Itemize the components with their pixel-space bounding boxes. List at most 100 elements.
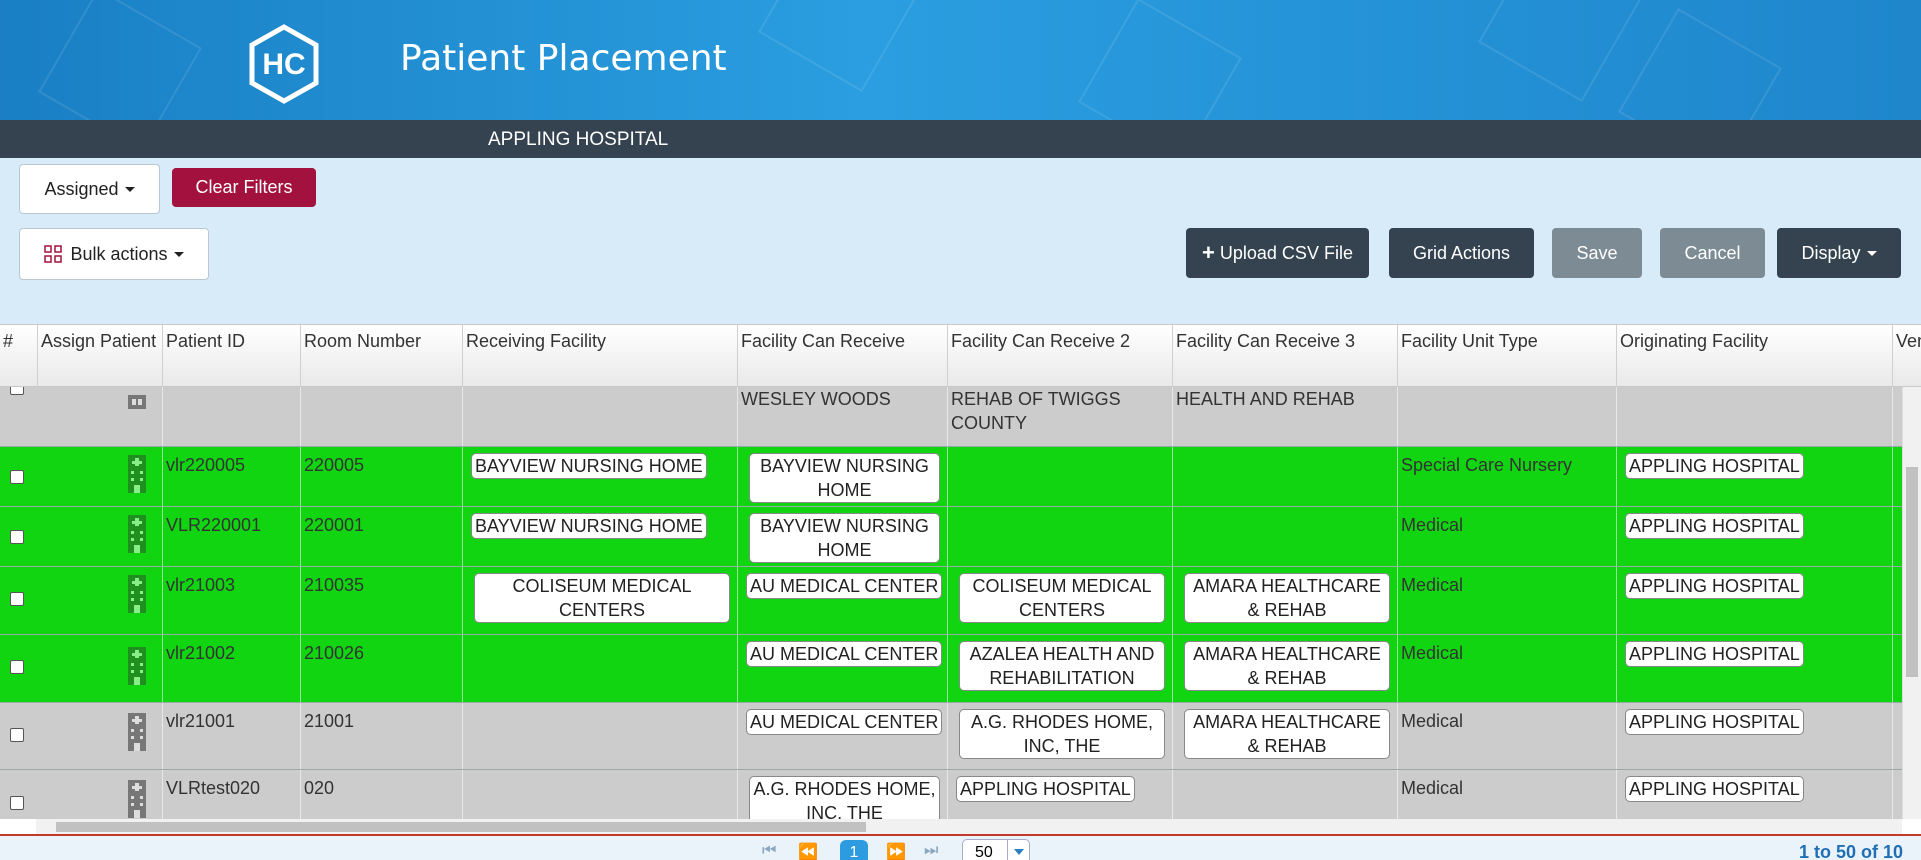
assigned-filter-dropdown[interactable]: Assigned [19, 164, 160, 214]
facility-chip[interactable]: AU MEDICAL CENTER [746, 709, 943, 735]
facility-chip[interactable]: A.G. RHODES HOME, INC, THE [959, 709, 1165, 759]
upload-csv-button[interactable]: + Upload CSV File [1186, 228, 1369, 278]
previous-page-icon[interactable]: ⏪ [798, 842, 818, 860]
facility-chip[interactable]: AZALEA HEALTH AND REHABILITATION [959, 641, 1165, 691]
save-button[interactable]: Save [1552, 228, 1642, 278]
facility-chip[interactable]: APPLING HOSPITAL [1625, 709, 1804, 735]
plus-icon: + [1202, 240, 1215, 265]
assign-cell [38, 447, 163, 506]
building-icon[interactable] [126, 778, 148, 819]
vertical-scroll-thumb[interactable] [1906, 467, 1918, 677]
fcr-cell: A.G. RHODES HOME, INC, THE [738, 770, 948, 819]
cancel-button[interactable]: Cancel [1660, 228, 1765, 278]
facility-chip[interactable]: AU MEDICAL CENTER [746, 641, 943, 667]
row-checkbox[interactable] [10, 592, 24, 606]
bulk-actions-label: Bulk actions [70, 243, 168, 264]
facility-chip[interactable]: APPLING HOSPITAL [1625, 573, 1804, 599]
building-icon[interactable] [126, 711, 148, 753]
table-row-partial[interactable]: WESLEY WOODS REHAB OF TWIGGS COUNTY HEAL… [0, 387, 1902, 447]
facility-chip[interactable]: BAYVIEW NURSING HOME [471, 453, 707, 479]
table-row[interactable]: vlr220005 220005 BAYVIEW NURSING HOME BA… [0, 447, 1902, 507]
facility-chip[interactable]: AMARA HEALTHCARE & REHAB [1184, 709, 1390, 759]
patient-id-cell: vlr21002 [163, 635, 301, 702]
next-page-icon[interactable]: ⏩ [886, 842, 906, 860]
display-dropdown[interactable]: Display [1777, 228, 1901, 278]
row-checkbox[interactable] [10, 660, 24, 674]
horizontal-scrollbar[interactable] [36, 819, 1902, 834]
building-icon[interactable] [126, 387, 148, 411]
building-icon[interactable] [126, 645, 148, 687]
column-header-facility-unit-type[interactable]: Facility Unit Type [1398, 325, 1617, 387]
bulk-actions-dropdown[interactable]: Bulk actions [19, 228, 209, 280]
column-header-facility-can-receive-2[interactable]: Facility Can Receive 2 [948, 325, 1173, 387]
current-page-button[interactable]: 1 [840, 840, 868, 860]
pagination-bar: ⏮ ⏪ 1 ⏩ ⏭ 50 1 to 50 of 10 [0, 834, 1921, 860]
building-icon[interactable] [126, 513, 148, 555]
facility-chip[interactable]: APPLING HOSPITAL [1625, 513, 1804, 539]
last-page-icon[interactable]: ⏭ [924, 842, 938, 860]
column-header-originating-facility[interactable]: Originating Facility [1617, 325, 1893, 387]
clear-filters-button[interactable]: Clear Filters [172, 168, 316, 207]
room-cell: 21001 [301, 703, 463, 769]
table-row[interactable]: vlr21002 210026 AU MEDICAL CENTER AZALEA… [0, 635, 1902, 703]
grid-actions-button[interactable]: Grid Actions [1389, 228, 1534, 278]
facility-chip[interactable]: AMARA HEALTHCARE & REHAB [1184, 573, 1390, 623]
row-checkbox[interactable] [10, 387, 24, 395]
facility-chip[interactable]: COLISEUM MEDICAL CENTERS [474, 573, 730, 623]
facility-chip[interactable]: AU MEDICAL CENTER [746, 573, 943, 599]
fcr2-cell: REHAB OF TWIGGS COUNTY [948, 387, 1173, 446]
page-size-select[interactable]: 50 [962, 839, 1030, 860]
fcr3-cell [1173, 770, 1398, 819]
table-row[interactable]: VLRtest020 020 A.G. RHODES HOME, INC, TH… [0, 770, 1902, 819]
facility-bar: APPLING HOSPITAL [0, 120, 1921, 158]
fcr3-cell: HEALTH AND REHAB [1173, 387, 1398, 446]
table-row[interactable]: VLR220001 220001 BAYVIEW NURSING HOME BA… [0, 507, 1902, 567]
facility-chip[interactable]: APPLING HOSPITAL [1625, 453, 1804, 479]
patient-id-cell: VLR220001 [163, 507, 301, 566]
receiving-cell: COLISEUM MEDICAL CENTERS [463, 567, 738, 634]
row-checkbox[interactable] [10, 728, 24, 742]
assigned-filter-label: Assigned [44, 178, 119, 199]
facility-chip[interactable]: A.G. RHODES HOME, INC, THE [749, 776, 940, 819]
assign-cell [38, 770, 163, 819]
vertical-scrollbar[interactable] [1902, 387, 1921, 819]
column-header-room-number[interactable]: Room Number [301, 325, 463, 387]
header-banner: HC Patient Placement [0, 0, 1921, 120]
facility-chip[interactable]: APPLING HOSPITAL [956, 776, 1135, 802]
fcr3-cell [1173, 507, 1398, 566]
building-icon[interactable] [126, 573, 148, 615]
facility-chip[interactable]: COLISEUM MEDICAL CENTERS [959, 573, 1165, 623]
receiving-cell [463, 387, 738, 446]
unit-cell: Medical [1398, 770, 1617, 819]
row-checkbox[interactable] [10, 530, 24, 544]
app-title: Patient Placement [400, 38, 727, 79]
table-row[interactable]: vlr21003 210035 COLISEUM MEDICAL CENTERS… [0, 567, 1902, 635]
column-header-facility-can-receive-3[interactable]: Facility Can Receive 3 [1173, 325, 1398, 387]
column-header-facility-can-receive[interactable]: Facility Can Receive [738, 325, 948, 387]
first-page-icon[interactable]: ⏮ [762, 842, 776, 860]
unit-cell: Medical [1398, 567, 1617, 634]
table-row[interactable]: vlr21001 21001 AU MEDICAL CENTER A.G. RH… [0, 703, 1902, 770]
facility-chip[interactable]: BAYVIEW NURSING HOME [749, 513, 940, 563]
cancel-label: Cancel [1684, 242, 1741, 263]
facility-chip[interactable]: APPLING HOSPITAL [1625, 776, 1804, 802]
upload-csv-label: Upload CSV File [1219, 242, 1353, 263]
column-header-ven[interactable]: Ven [1893, 325, 1921, 387]
horizontal-scroll-thumb[interactable] [56, 822, 866, 832]
chevron-down-icon [173, 251, 184, 257]
facility-chip[interactable]: APPLING HOSPITAL [1625, 641, 1804, 667]
column-header-assign-patient[interactable]: Assign Patient [38, 325, 163, 387]
chevron-down-icon [1866, 250, 1877, 256]
facility-chip[interactable]: BAYVIEW NURSING HOME [749, 453, 940, 503]
column-header-patient-id[interactable]: Patient ID [163, 325, 301, 387]
patient-id-cell: VLRtest020 [163, 770, 301, 819]
facility-chip[interactable]: AMARA HEALTHCARE & REHAB [1184, 641, 1390, 691]
facility-chip[interactable]: BAYVIEW NURSING HOME [471, 513, 707, 539]
grid-icon [44, 245, 63, 263]
row-checkbox[interactable] [10, 796, 24, 810]
column-header-number[interactable]: # [0, 325, 38, 387]
chevron-down-icon[interactable] [1007, 840, 1029, 860]
building-icon[interactable] [126, 453, 148, 495]
column-header-receiving-facility[interactable]: Receiving Facility [463, 325, 738, 387]
row-checkbox[interactable] [10, 470, 24, 484]
